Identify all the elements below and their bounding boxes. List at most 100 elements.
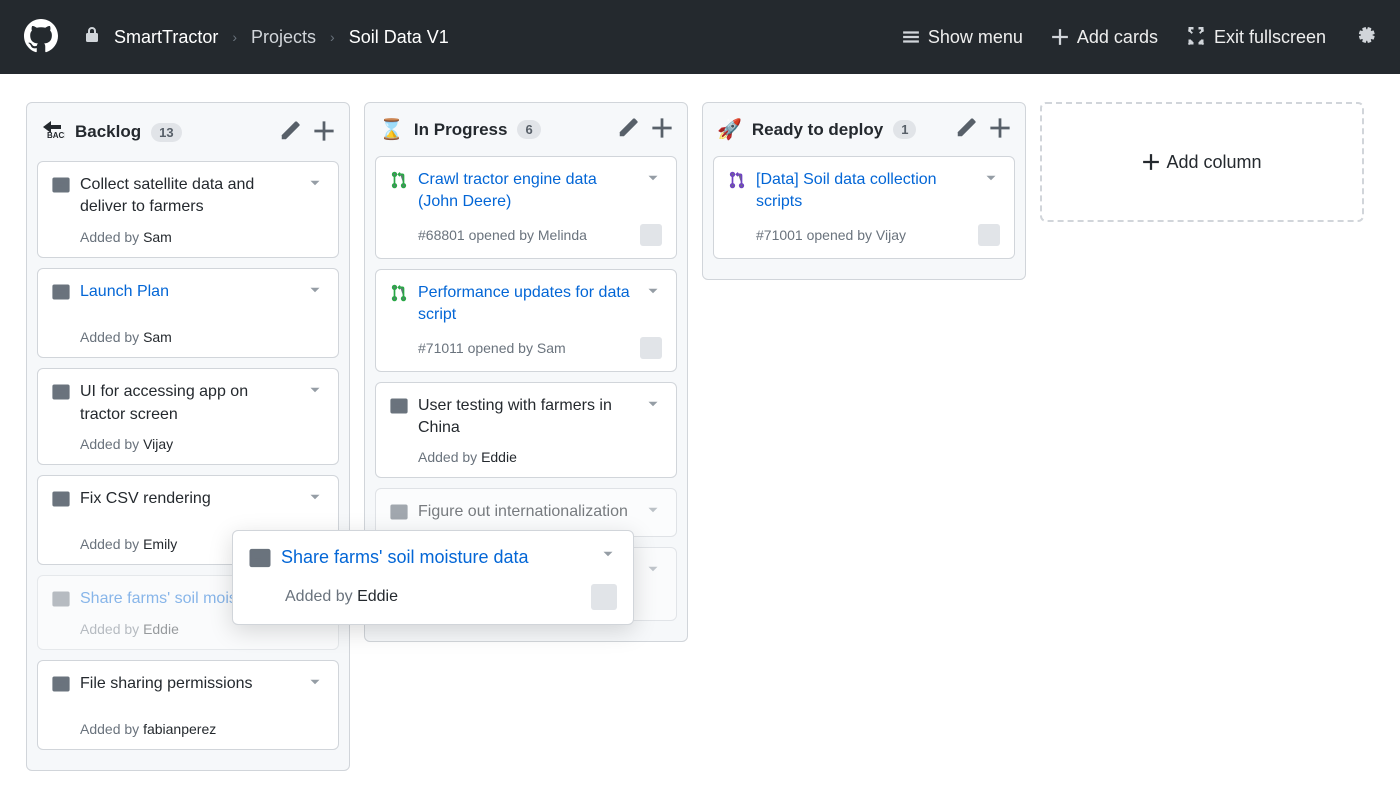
show-menu-button[interactable]: Show menu (902, 27, 1023, 48)
card-title: Collect satellite data and deliver to fa… (80, 174, 296, 219)
card-menu-chevron[interactable] (644, 169, 662, 187)
add-card-button[interactable] (989, 117, 1011, 142)
breadcrumb: SmartTractor › Projects › Soil Data V1 (84, 27, 449, 48)
pull-request-merged-icon (728, 171, 746, 189)
dragging-card[interactable]: Share farms' soil moisture data Added by… (232, 530, 634, 625)
card-menu-chevron[interactable] (982, 169, 1000, 187)
edit-column-button[interactable] (955, 117, 977, 142)
note-icon (52, 283, 70, 301)
avatar (640, 224, 662, 246)
note-icon (52, 383, 70, 401)
pull-request-icon (390, 284, 408, 302)
edit-column-button[interactable] (617, 117, 639, 142)
avatar (978, 224, 1000, 246)
card-menu-chevron[interactable] (306, 673, 324, 691)
column-title: Backlog (75, 122, 141, 142)
column-ready-to-deploy: 🚀 Ready to deploy 1 [Data] Soil data col… (702, 102, 1026, 280)
add-cards-button[interactable]: Add cards (1051, 27, 1158, 48)
show-menu-label: Show menu (928, 27, 1023, 48)
card-menu-chevron[interactable] (599, 545, 617, 563)
project-card[interactable]: UI for accessing app on tractor screen A… (37, 368, 339, 465)
edit-column-button[interactable] (279, 120, 301, 145)
card-count-badge: 13 (151, 123, 181, 142)
chevron-right-icon: › (330, 29, 335, 45)
add-column-label: Add column (1166, 152, 1261, 173)
card-title: [Data] Soil data collection scripts (756, 169, 972, 214)
settings-gear-icon[interactable] (1354, 24, 1376, 51)
svg-text:BACK: BACK (47, 131, 65, 140)
avatar (591, 584, 617, 610)
cards-list: Collect satellite data and deliver to fa… (27, 161, 349, 770)
project-card[interactable]: File sharing permissions Added by fabian… (37, 660, 339, 750)
card-title: Share farms' soil moisture data (281, 545, 589, 570)
card-count-badge: 6 (517, 120, 540, 139)
header-actions: Show menu Add cards Exit fullscreen (902, 24, 1376, 51)
add-cards-label: Add cards (1077, 27, 1158, 48)
breadcrumb-repo[interactable]: SmartTractor (114, 27, 218, 48)
card-meta: Added by Vijay (80, 436, 324, 452)
card-title: Fix CSV rendering (80, 488, 296, 510)
card-meta: Added by Sam (80, 229, 324, 245)
note-icon (390, 503, 408, 521)
card-title: Launch Plan (80, 281, 296, 303)
card-title: User testing with farmers in China (418, 395, 634, 440)
app-header: SmartTractor › Projects › Soil Data V1 S… (0, 0, 1400, 74)
add-column-button[interactable]: Add column (1040, 102, 1364, 222)
cards-list: [Data] Soil data collection scripts #710… (703, 156, 1025, 279)
note-icon (52, 490, 70, 508)
card-menu-chevron[interactable] (644, 395, 662, 413)
exit-fullscreen-button[interactable]: Exit fullscreen (1186, 27, 1326, 48)
card-meta: #71011 opened by Sam (418, 337, 662, 359)
column-header: BACK Backlog 13 (27, 103, 349, 161)
project-card[interactable]: Performance updates for data script #710… (375, 269, 677, 372)
card-menu-chevron[interactable] (306, 281, 324, 299)
exit-fullscreen-label: Exit fullscreen (1214, 27, 1326, 48)
note-icon (52, 675, 70, 693)
column-header: ⌛ In Progress 6 (365, 103, 687, 156)
project-card[interactable]: Launch Plan Added by Sam (37, 268, 339, 358)
card-menu-chevron[interactable] (644, 282, 662, 300)
project-card[interactable]: Crawl tractor engine data (John Deere) #… (375, 156, 677, 259)
chevron-right-icon: › (232, 29, 237, 45)
card-menu-chevron[interactable] (306, 174, 324, 192)
card-title: Crawl tractor engine data (John Deere) (418, 169, 634, 214)
project-card[interactable]: Collect satellite data and deliver to fa… (37, 161, 339, 258)
card-meta: Added by Eddie (418, 449, 662, 465)
card-title: File sharing permissions (80, 673, 296, 695)
avatar (640, 337, 662, 359)
project-card[interactable]: User testing with farmers in China Added… (375, 382, 677, 479)
card-title: Performance updates for data script (418, 282, 634, 327)
project-card[interactable]: [Data] Soil data collection scripts #710… (713, 156, 1015, 259)
column-title: In Progress (414, 120, 508, 140)
github-logo[interactable] (24, 19, 58, 56)
card-meta: Added by Eddie (285, 584, 617, 610)
add-card-button[interactable] (313, 120, 335, 145)
rocket-icon: 🚀 (717, 117, 742, 142)
column-header: 🚀 Ready to deploy 1 (703, 103, 1025, 156)
card-meta: #68801 opened by Melinda (418, 224, 662, 246)
pull-request-icon (390, 171, 408, 189)
add-card-button[interactable] (651, 117, 673, 142)
column-title: Ready to deploy (752, 120, 883, 140)
card-count-badge: 1 (893, 120, 916, 139)
card-menu-chevron[interactable] (306, 381, 324, 399)
card-menu-chevron[interactable] (306, 488, 324, 506)
note-icon (52, 590, 70, 608)
card-menu-chevron[interactable] (644, 560, 662, 578)
card-meta: Added by fabianperez (80, 721, 324, 737)
card-title: UI for accessing app on tractor screen (80, 381, 296, 426)
note-icon (249, 547, 271, 569)
column-backlog: BACK Backlog 13 Collect satellite data a… (26, 102, 350, 771)
card-meta: #71001 opened by Vijay (756, 224, 1000, 246)
breadcrumb-project-name[interactable]: Soil Data V1 (349, 27, 449, 48)
card-title: Figure out internationalization (418, 501, 634, 523)
project-board: BACK Backlog 13 Collect satellite data a… (0, 74, 1400, 799)
card-menu-chevron[interactable] (644, 501, 662, 519)
lock-icon (84, 27, 100, 48)
breadcrumb-projects[interactable]: Projects (251, 27, 316, 48)
back-arrow-icon: BACK (41, 117, 65, 147)
card-meta: Added by Sam (80, 329, 324, 345)
note-icon (52, 176, 70, 194)
hourglass-icon: ⌛ (379, 117, 404, 142)
note-icon (390, 397, 408, 415)
